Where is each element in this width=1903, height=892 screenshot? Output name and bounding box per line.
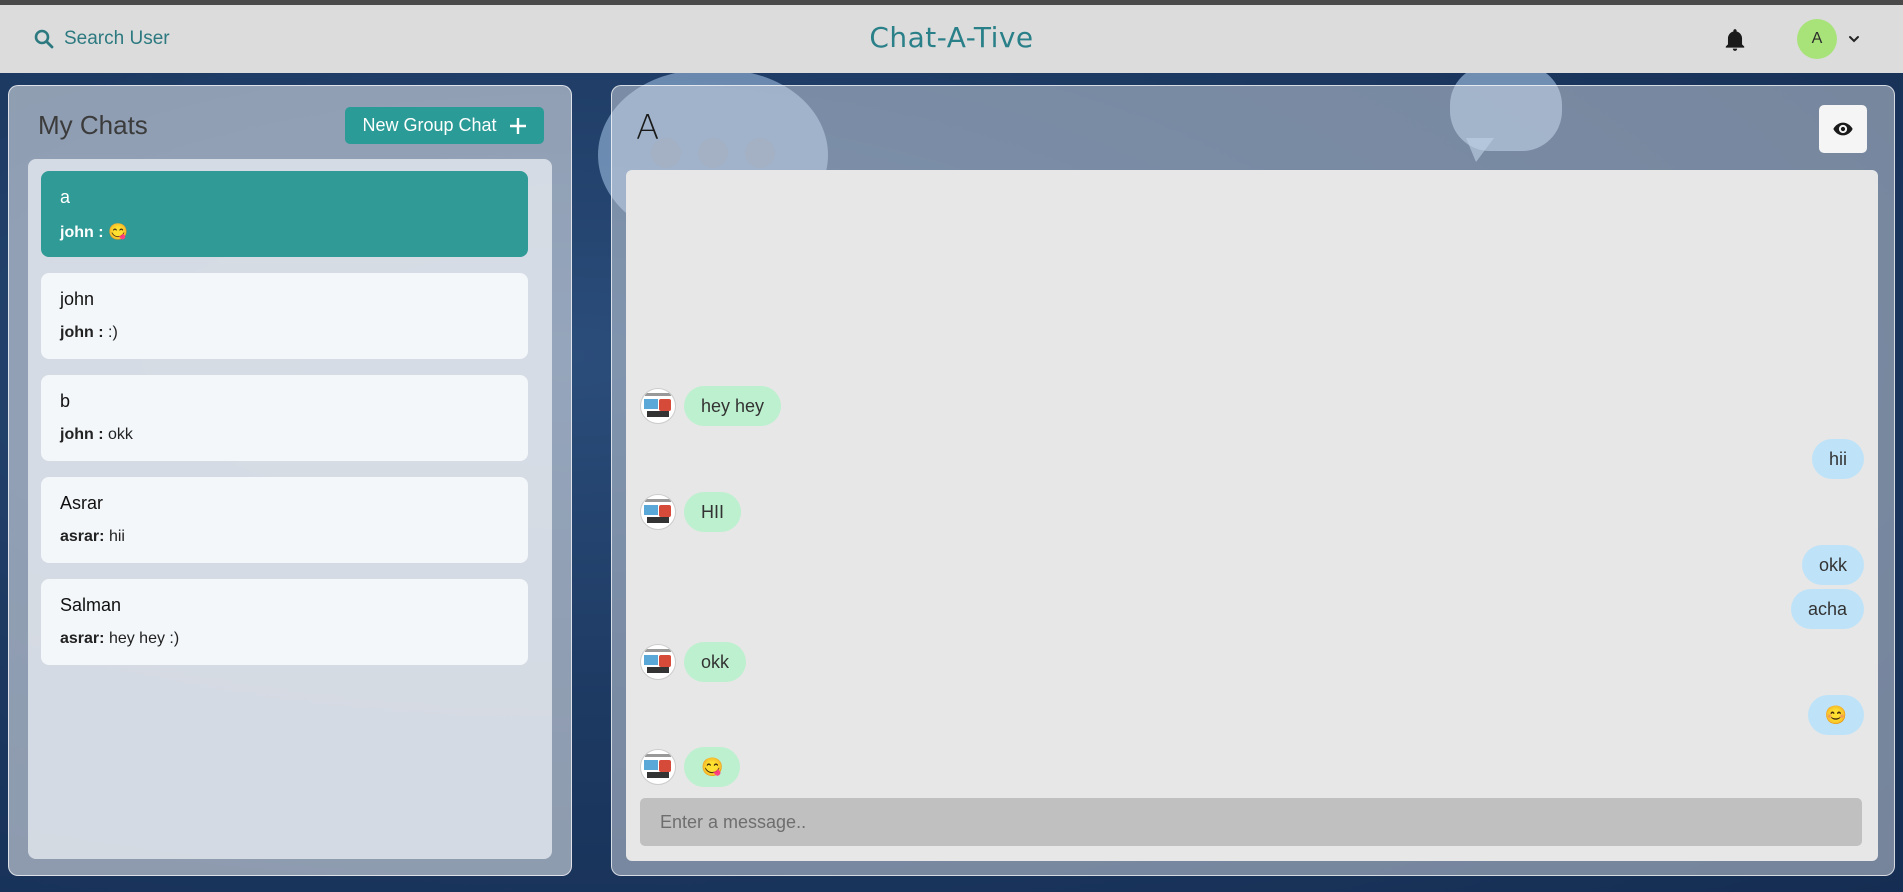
chat-preview-sender: john : [60,426,104,443]
chat-preview-text: hii [108,528,125,545]
chat-name: a [60,187,71,207]
chat-preview: john : :) [60,324,509,342]
new-group-chat-label: New Group Chat [362,115,497,135]
incoming-message-bubble: okk [684,642,747,682]
chat-item[interactable]: a john : 😋 [41,171,528,257]
chat-title: A [636,108,660,148]
chat-item[interactable]: Asrar asrar: hii [41,477,528,563]
chat-name: b [60,391,71,411]
chat-preview-sender: john : [60,324,104,341]
bell-icon[interactable] [1722,27,1748,53]
sender-avatar[interactable] [640,388,676,424]
message-row: 😋 [640,747,1864,787]
incoming-message-bubble: HII [684,492,742,532]
chat-list: a john : 😋 john john : :) b john : okk A… [28,159,552,859]
search-icon [34,29,54,49]
message-row: 😊 [640,695,1864,735]
message-row: hii [640,439,1864,479]
my-chats-title: My Chats [38,110,148,140]
top-header: Search User Chat-A-Tive A [0,5,1903,73]
chat-preview-sender: john : [60,224,104,241]
avatar: A [1797,19,1837,59]
my-chats-panel: My Chats New Group Chat a john : 😋 john … [8,85,572,876]
view-profile-button[interactable] [1819,105,1867,153]
outgoing-message-bubble: hii [1811,439,1864,479]
outgoing-message-bubble: acha [1790,589,1864,629]
message-input[interactable] [640,798,1862,846]
new-group-chat-button[interactable]: New Group Chat [345,107,544,144]
chat-preview-text: 😋 [108,224,128,241]
message-row: okk [640,642,1864,682]
chevron-down-icon [1849,36,1859,43]
chat-preview-text: hey hey :) [108,630,180,647]
profile-menu-button[interactable]: A [1797,19,1861,59]
search-user-button[interactable]: Search User [24,21,180,57]
chat-preview: asrar: hey hey :) [60,630,509,648]
chat-preview-text: okk [108,426,133,443]
chat-name: Salman [60,595,122,615]
chat-item[interactable]: john john : :) [41,273,528,359]
message-row: HII [640,492,1864,532]
outgoing-message-bubble: okk [1801,545,1864,585]
message-row: hey hey [640,386,1864,426]
search-user-label: Search User [64,28,170,49]
messages-area: hey hey hii HII okk acha okk 😊 😋 [626,170,1878,861]
outgoing-message-bubble: 😊 [1807,695,1864,735]
plus-icon [509,117,526,134]
chat-preview: asrar: hii [60,528,509,546]
sender-avatar[interactable] [640,749,676,785]
sender-avatar[interactable] [640,494,676,530]
chat-preview-sender: asrar: [60,528,105,545]
chat-panel: A hey hey hii HII okk acha okk 😊 😋 Enter… [611,85,1895,876]
chat-preview-sender: asrar: [60,630,105,647]
chat-preview: john : okk [60,426,509,444]
chat-name: Asrar [60,493,104,513]
chat-item[interactable]: b john : okk [41,375,528,461]
incoming-message-bubble: 😋 [684,747,741,787]
app-title: Chat-A-Tive [869,21,1034,54]
message-row: acha [640,589,1864,629]
chat-preview: john : 😋 [60,222,509,242]
incoming-message-bubble: hey hey [684,386,782,426]
chat-preview-text: :) [108,324,118,341]
chat-name: john [60,289,95,309]
sender-avatar[interactable] [640,644,676,680]
chat-item[interactable]: Salman asrar: hey hey :) [41,579,528,665]
message-row: okk [640,545,1864,585]
eye-icon [1833,122,1853,136]
